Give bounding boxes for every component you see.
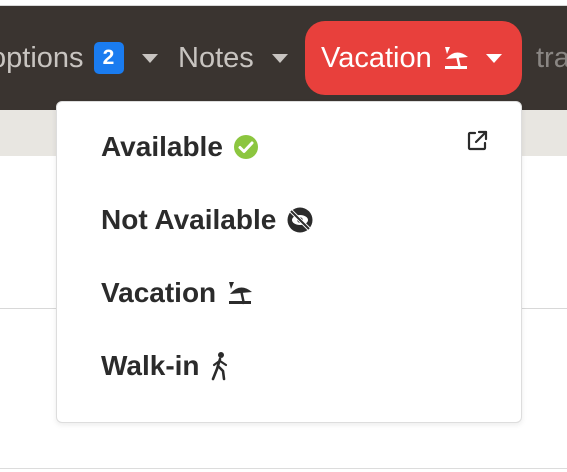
external-link-icon[interactable] xyxy=(463,127,491,155)
check-circle-icon xyxy=(233,134,259,160)
menu-item-not-available[interactable]: Not Available xyxy=(101,200,314,240)
umbrella-beach-icon xyxy=(226,280,254,306)
nav-options-dropdown[interactable]: options 2 xyxy=(0,6,158,110)
walking-person-icon xyxy=(210,351,230,381)
menu-item-available[interactable]: Available xyxy=(101,127,259,167)
navbar: options 2 Notes Vacation tra xyxy=(0,6,567,110)
menu-item-label: Not Available xyxy=(101,204,277,235)
menu-item-label: Vacation xyxy=(101,277,217,308)
status-dropdown-menu: Available Not Available Vacation Walk-in xyxy=(56,101,522,423)
caret-down-icon xyxy=(271,53,288,63)
caret-down-icon xyxy=(141,53,158,63)
nav-vacation-label: Vacation xyxy=(321,41,432,74)
nav-extra-item[interactable]: tra xyxy=(536,6,567,110)
menu-item-label: Walk-in xyxy=(101,350,200,381)
nav-options-label: options xyxy=(0,41,84,74)
eye-slash-circle-icon xyxy=(286,206,314,234)
menu-item-label: Available xyxy=(101,131,223,162)
menu-item-vacation[interactable]: Vacation xyxy=(101,273,254,313)
menu-item-walk-in[interactable]: Walk-in xyxy=(101,346,230,386)
umbrella-beach-icon xyxy=(442,45,470,71)
nav-notes-dropdown[interactable]: Notes xyxy=(178,6,288,110)
nav-vacation-status-dropdown[interactable]: Vacation xyxy=(305,21,522,95)
nav-notes-label: Notes xyxy=(178,41,254,74)
options-count-badge: 2 xyxy=(93,42,124,74)
nav-extra-label: tra xyxy=(536,41,567,74)
caret-down-icon xyxy=(485,53,502,63)
bottom-divider xyxy=(0,468,567,469)
